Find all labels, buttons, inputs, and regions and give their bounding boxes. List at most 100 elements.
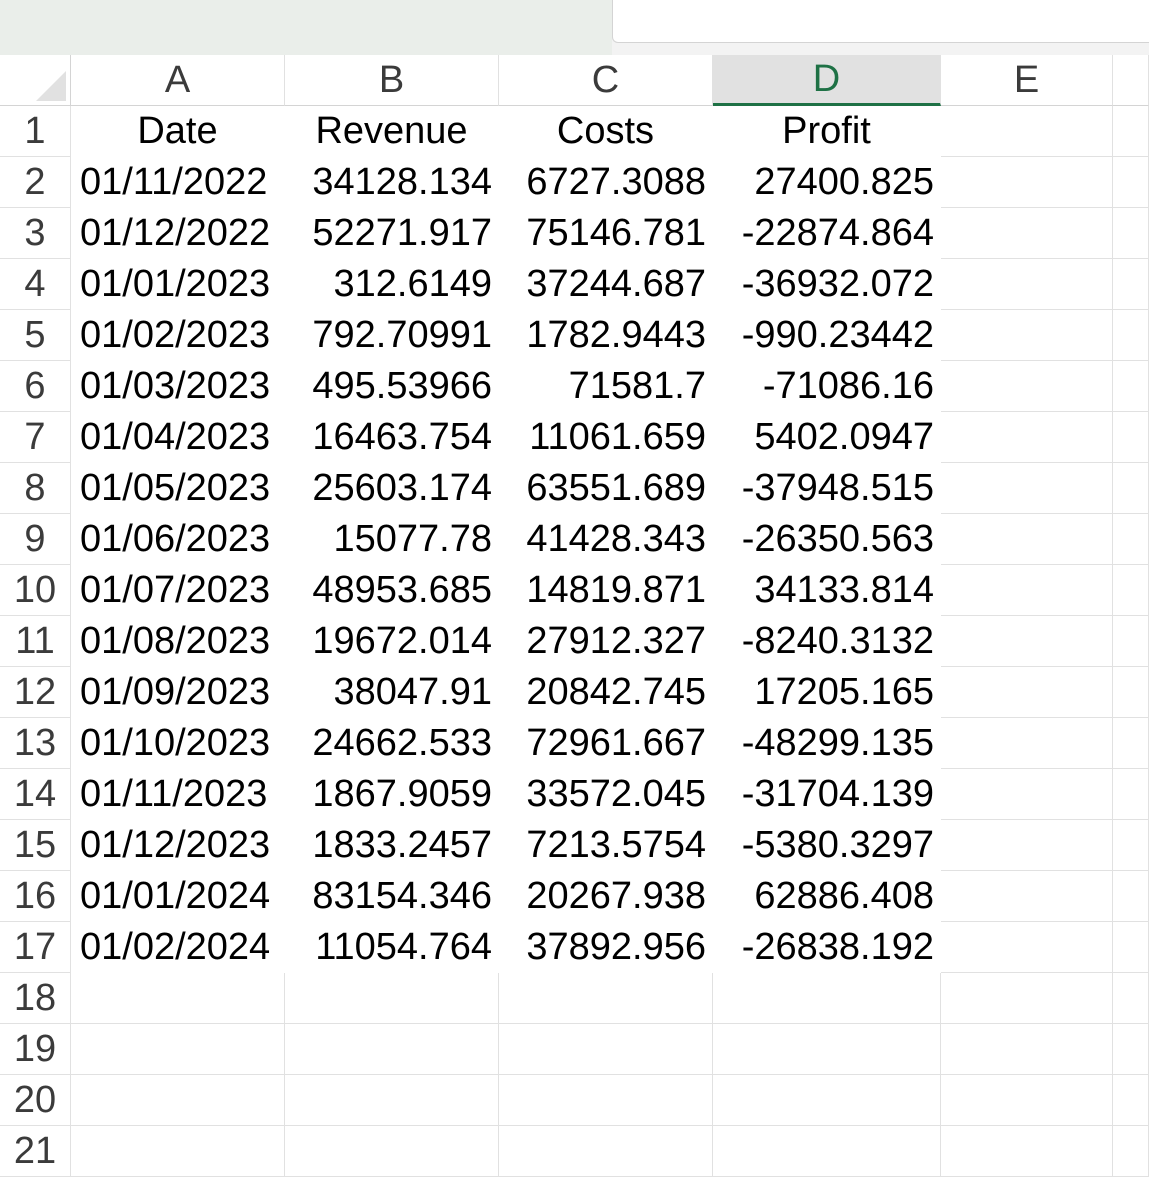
cell-b8[interactable]: 25603.174 — [285, 463, 499, 514]
cell-a21[interactable] — [71, 1126, 285, 1177]
cell-a8[interactable]: 01/05/2023 — [71, 463, 285, 514]
cell-c8[interactable]: 63551.689 — [499, 463, 713, 514]
cell-a11[interactable]: 01/08/2023 — [71, 616, 285, 667]
cell-e18[interactable] — [941, 973, 1113, 1024]
cell-e17[interactable] — [941, 922, 1113, 973]
cell-d17[interactable]: -26838.192 — [713, 922, 941, 973]
cell-d2[interactable]: 27400.825 — [713, 157, 941, 208]
cell-d20[interactable] — [713, 1075, 941, 1126]
cell-b1[interactable]: Revenue — [285, 106, 499, 157]
cell-next3[interactable] — [1113, 208, 1149, 259]
select-all-corner[interactable] — [0, 55, 71, 106]
row-header-16[interactable]: 16 — [0, 871, 71, 922]
cell-a18[interactable] — [71, 973, 285, 1024]
cell-next2[interactable] — [1113, 157, 1149, 208]
cell-b2[interactable]: 34128.134 — [285, 157, 499, 208]
column-header-e[interactable]: E — [941, 55, 1113, 106]
cell-d5[interactable]: -990.23442 — [713, 310, 941, 361]
row-header-2[interactable]: 2 — [0, 157, 71, 208]
cell-a2[interactable]: 01/11/2022 — [71, 157, 285, 208]
cell-b19[interactable] — [285, 1024, 499, 1075]
cell-b13[interactable]: 24662.533 — [285, 718, 499, 769]
cell-next14[interactable] — [1113, 769, 1149, 820]
cell-e1[interactable] — [941, 106, 1113, 157]
cell-c11[interactable]: 27912.327 — [499, 616, 713, 667]
cell-c21[interactable] — [499, 1126, 713, 1177]
cell-next15[interactable] — [1113, 820, 1149, 871]
cell-d12[interactable]: 17205.165 — [713, 667, 941, 718]
cell-a4[interactable]: 01/01/2023 — [71, 259, 285, 310]
cell-c16[interactable]: 20267.938 — [499, 871, 713, 922]
cell-e8[interactable] — [941, 463, 1113, 514]
row-header-10[interactable]: 10 — [0, 565, 71, 616]
cell-next20[interactable] — [1113, 1075, 1149, 1126]
cell-e3[interactable] — [941, 208, 1113, 259]
cell-next4[interactable] — [1113, 259, 1149, 310]
cell-d8[interactable]: -37948.515 — [713, 463, 941, 514]
cell-b9[interactable]: 15077.78 — [285, 514, 499, 565]
cell-b17[interactable]: 11054.764 — [285, 922, 499, 973]
cell-e4[interactable] — [941, 259, 1113, 310]
cell-e16[interactable] — [941, 871, 1113, 922]
cell-next10[interactable] — [1113, 565, 1149, 616]
row-header-11[interactable]: 11 — [0, 616, 71, 667]
cell-next19[interactable] — [1113, 1024, 1149, 1075]
cell-next8[interactable] — [1113, 463, 1149, 514]
formula-bar[interactable] — [612, 0, 1149, 43]
cell-c2[interactable]: 6727.3088 — [499, 157, 713, 208]
cell-b12[interactable]: 38047.91 — [285, 667, 499, 718]
column-header-next[interactable] — [1113, 55, 1149, 106]
cell-a10[interactable]: 01/07/2023 — [71, 565, 285, 616]
cell-d19[interactable] — [713, 1024, 941, 1075]
cell-c19[interactable] — [499, 1024, 713, 1075]
row-header-17[interactable]: 17 — [0, 922, 71, 973]
column-header-b[interactable]: B — [285, 55, 499, 106]
cell-e11[interactable] — [941, 616, 1113, 667]
cell-next18[interactable] — [1113, 973, 1149, 1024]
cell-d16[interactable]: 62886.408 — [713, 871, 941, 922]
cell-next9[interactable] — [1113, 514, 1149, 565]
cell-d9[interactable]: -26350.563 — [713, 514, 941, 565]
row-header-21[interactable]: 21 — [0, 1126, 71, 1177]
cell-a12[interactable]: 01/09/2023 — [71, 667, 285, 718]
cell-a16[interactable]: 01/01/2024 — [71, 871, 285, 922]
cell-a20[interactable] — [71, 1075, 285, 1126]
cell-a13[interactable]: 01/10/2023 — [71, 718, 285, 769]
cell-c13[interactable]: 72961.667 — [499, 718, 713, 769]
cell-b10[interactable]: 48953.685 — [285, 565, 499, 616]
cell-c18[interactable] — [499, 973, 713, 1024]
cell-b3[interactable]: 52271.917 — [285, 208, 499, 259]
row-header-20[interactable]: 20 — [0, 1075, 71, 1126]
cell-next11[interactable] — [1113, 616, 1149, 667]
cell-a19[interactable] — [71, 1024, 285, 1075]
cell-b4[interactable]: 312.6149 — [285, 259, 499, 310]
cell-next1[interactable] — [1113, 106, 1149, 157]
cell-a14[interactable]: 01/11/2023 — [71, 769, 285, 820]
cell-d7[interactable]: 5402.0947 — [713, 412, 941, 463]
cell-b7[interactable]: 16463.754 — [285, 412, 499, 463]
cell-c14[interactable]: 33572.045 — [499, 769, 713, 820]
cell-d14[interactable]: -31704.139 — [713, 769, 941, 820]
cell-b11[interactable]: 19672.014 — [285, 616, 499, 667]
cell-b18[interactable] — [285, 973, 499, 1024]
cell-e2[interactable] — [941, 157, 1113, 208]
row-header-14[interactable]: 14 — [0, 769, 71, 820]
row-header-5[interactable]: 5 — [0, 310, 71, 361]
row-header-1[interactable]: 1 — [0, 106, 71, 157]
column-header-d[interactable]: D — [713, 55, 941, 106]
cell-c4[interactable]: 37244.687 — [499, 259, 713, 310]
cell-next6[interactable] — [1113, 361, 1149, 412]
row-header-12[interactable]: 12 — [0, 667, 71, 718]
cell-d4[interactable]: -36932.072 — [713, 259, 941, 310]
row-header-3[interactable]: 3 — [0, 208, 71, 259]
cell-c6[interactable]: 71581.7 — [499, 361, 713, 412]
cell-c5[interactable]: 1782.9443 — [499, 310, 713, 361]
cell-d10[interactable]: 34133.814 — [713, 565, 941, 616]
cell-e21[interactable] — [941, 1126, 1113, 1177]
cell-b20[interactable] — [285, 1075, 499, 1126]
cell-next16[interactable] — [1113, 871, 1149, 922]
cell-c17[interactable]: 37892.956 — [499, 922, 713, 973]
cell-d6[interactable]: -71086.16 — [713, 361, 941, 412]
row-header-19[interactable]: 19 — [0, 1024, 71, 1075]
cell-d11[interactable]: -8240.3132 — [713, 616, 941, 667]
